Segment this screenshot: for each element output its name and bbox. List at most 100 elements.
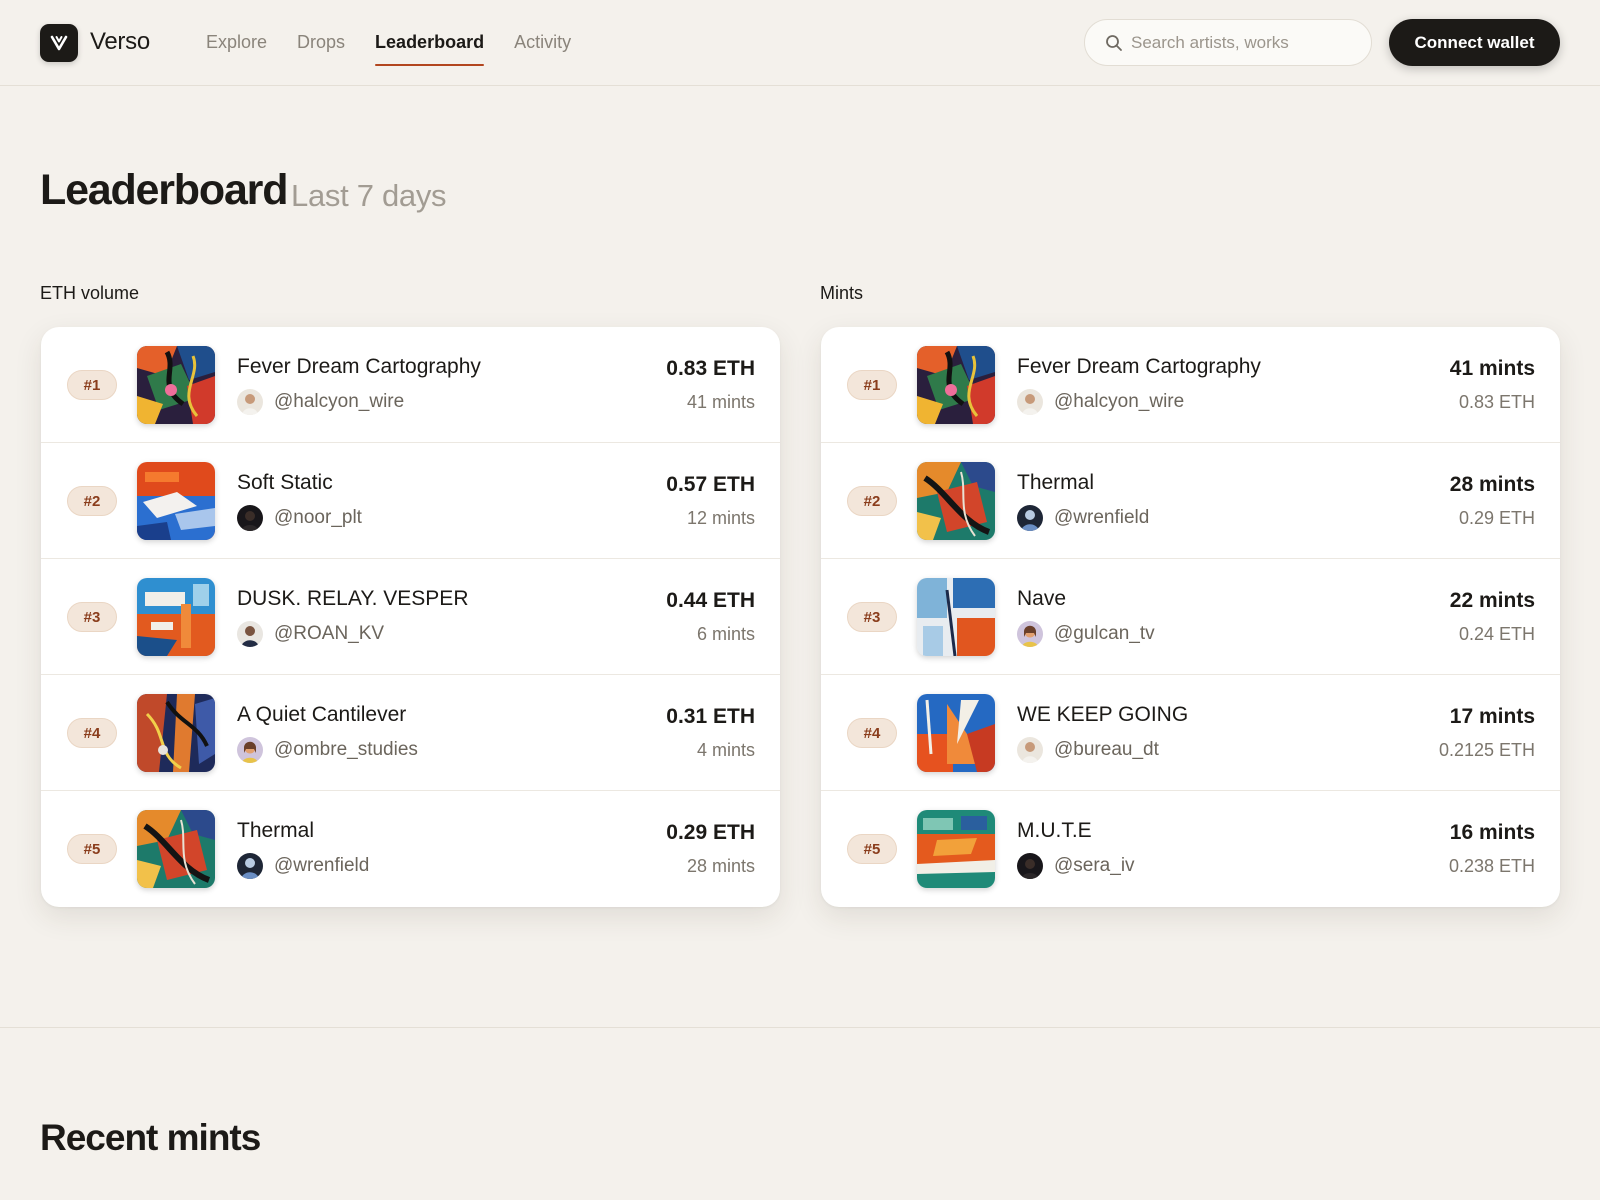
rank-badge: #3 <box>67 602 117 632</box>
avatar <box>237 505 263 531</box>
artist-link[interactable]: @wrenfield <box>1017 505 1149 531</box>
primary-stat: 0.29 ETH <box>666 821 755 844</box>
artwork-title[interactable]: Thermal <box>237 819 314 843</box>
artist-link[interactable]: @ombre_studies <box>237 737 418 763</box>
artwork-thumbnail[interactable] <box>137 462 215 540</box>
rank-badge: #4 <box>847 718 897 748</box>
rank-badge: #2 <box>847 486 897 516</box>
leaderboard-row[interactable]: #1 Fever Dream Cartography @halcyon_wire… <box>41 327 780 443</box>
artwork-thumbnail[interactable] <box>137 346 215 424</box>
artist-link[interactable]: @sera_iv <box>1017 853 1135 879</box>
artwork-thumbnail[interactable] <box>917 810 995 888</box>
artist-link[interactable]: @halcyon_wire <box>1017 389 1184 415</box>
eth-volume-label: ETH volume <box>40 283 140 303</box>
nav-drops[interactable]: Drops <box>297 32 345 66</box>
avatar <box>1017 737 1043 763</box>
artwork-title[interactable]: A Quiet Cantilever <box>237 703 406 727</box>
primary-stat: 0.44 ETH <box>666 589 755 612</box>
avatar <box>237 389 263 415</box>
secondary-stat: 6 mints <box>696 624 755 644</box>
leaderboard-row[interactable]: #1 Fever Dream Cartography @halcyon_wire… <box>821 327 1560 443</box>
artist-handle: @wrenfield <box>274 855 370 876</box>
secondary-stat: 41 mints <box>686 392 755 412</box>
artist-link[interactable]: @bureau_dt <box>1017 737 1159 763</box>
main-nav: Explore Drops Leaderboard Activity <box>206 32 601 66</box>
leaderboard-row[interactable]: #2 Soft Static @noor_plt 0.57 ETH 12 min… <box>41 443 780 559</box>
secondary-stat: 0.24 ETH <box>1458 624 1535 644</box>
artwork-title[interactable]: WE KEEP GOING <box>1017 703 1188 727</box>
artwork-title[interactable]: Soft Static <box>237 471 333 495</box>
brand-name[interactable]: Verso <box>90 28 150 56</box>
artwork-title[interactable]: DUSK. RELAY. VESPER <box>237 587 468 611</box>
search-input[interactable] <box>1131 20 1361 65</box>
leaderboard-row[interactable]: #5 M.U.T.E @sera_iv 16 mints 0.238 ETH <box>821 791 1560 907</box>
avatar <box>1017 853 1043 879</box>
primary-stat: 0.83 ETH <box>666 357 755 380</box>
primary-stat: 0.57 ETH <box>666 473 755 496</box>
avatar <box>1017 505 1043 531</box>
leaderboard-row[interactable]: #5 Thermal @wrenfield 0.29 ETH 28 mints <box>41 791 780 907</box>
artwork-thumbnail[interactable] <box>917 694 995 772</box>
artist-handle: @ROAN_KV <box>274 623 385 644</box>
artwork-title[interactable]: Fever Dream Cartography <box>1017 355 1261 379</box>
artwork-title[interactable]: Fever Dream Cartography <box>237 355 481 379</box>
artwork-title[interactable]: M.U.T.E <box>1017 819 1092 843</box>
section-divider <box>0 1027 1600 1028</box>
nav-leaderboard[interactable]: Leaderboard <box>375 32 485 66</box>
recent-mints-title: Recent mints <box>40 1117 261 1158</box>
primary-stat: 22 mints <box>1449 589 1535 612</box>
secondary-stat: 12 mints <box>686 508 755 528</box>
artwork-thumbnail[interactable] <box>917 346 995 424</box>
artwork-thumbnail[interactable] <box>917 462 995 540</box>
artist-handle: @sera_iv <box>1054 855 1135 876</box>
leaderboard-row[interactable]: #4 A Quiet Cantilever @ombre_studies 0.3… <box>41 675 780 791</box>
artwork-title[interactable]: Thermal <box>1017 471 1094 495</box>
secondary-stat: 0.2125 ETH <box>1438 740 1535 760</box>
avatar <box>237 621 263 647</box>
artist-link[interactable]: @wrenfield <box>237 853 369 879</box>
secondary-stat: 0.29 ETH <box>1458 508 1535 528</box>
leaderboard-row[interactable]: #3 Nave @gulcan_tv 22 mints 0.24 ETH <box>821 559 1560 675</box>
artist-handle: @gulcan_tv <box>1054 623 1155 644</box>
leaderboard-row[interactable]: #2 Thermal @wrenfield 28 mints 0.29 ETH <box>821 443 1560 559</box>
search-box[interactable] <box>1084 19 1372 66</box>
artist-link[interactable]: @halcyon_wire <box>237 389 404 415</box>
artist-link[interactable]: @noor_plt <box>237 505 362 531</box>
rank-badge: #3 <box>847 602 897 632</box>
primary-stat: 0.31 ETH <box>666 705 755 728</box>
nav-activity[interactable]: Activity <box>514 32 571 66</box>
secondary-stat: 4 mints <box>696 740 755 760</box>
page-title: Leaderboard <box>40 166 288 214</box>
artist-handle: @ombre_studies <box>274 739 418 760</box>
artist-handle: @wrenfield <box>1054 507 1150 528</box>
artwork-thumbnail[interactable] <box>137 694 215 772</box>
rank-badge: #5 <box>67 834 117 864</box>
artist-handle: @noor_plt <box>274 507 362 528</box>
avatar <box>237 853 263 879</box>
artist-handle: @halcyon_wire <box>1054 391 1185 412</box>
mints-label: Mints <box>820 283 864 303</box>
artwork-thumbnail[interactable] <box>137 810 215 888</box>
artist-link[interactable]: @gulcan_tv <box>1017 621 1155 647</box>
top-navigation-bar: Verso Explore Drops Leaderboard Activity… <box>0 0 1600 86</box>
artist-handle: @halcyon_wire <box>274 391 405 412</box>
primary-stat: 16 mints <box>1449 821 1535 844</box>
eth-volume-leaderboard: #1 Fever Dream Cartography @halcyon_wire… <box>41 327 780 907</box>
leaderboard-row[interactable]: #3 DUSK. RELAY. VESPER @ROAN_KV 0.44 ETH… <box>41 559 780 675</box>
nav-explore[interactable]: Explore <box>206 32 267 66</box>
leaderboard-row[interactable]: #4 WE KEEP GOING @bureau_dt 17 mints 0.2… <box>821 675 1560 791</box>
secondary-stat: 0.238 ETH <box>1448 856 1535 876</box>
artwork-thumbnail[interactable] <box>137 578 215 656</box>
secondary-stat: 28 mints <box>686 856 755 876</box>
artist-handle: @bureau_dt <box>1054 739 1159 760</box>
mints-leaderboard: #1 Fever Dream Cartography @halcyon_wire… <box>821 327 1560 907</box>
artwork-thumbnail[interactable] <box>917 578 995 656</box>
verso-logo-icon[interactable] <box>40 24 78 62</box>
avatar <box>237 737 263 763</box>
artwork-title[interactable]: Nave <box>1017 587 1066 611</box>
connect-wallet-button[interactable]: Connect wallet <box>1389 19 1560 66</box>
primary-stat: 17 mints <box>1449 705 1535 728</box>
primary-stat: 41 mints <box>1449 357 1535 380</box>
rank-badge: #2 <box>67 486 117 516</box>
artist-link[interactable]: @ROAN_KV <box>237 621 384 647</box>
